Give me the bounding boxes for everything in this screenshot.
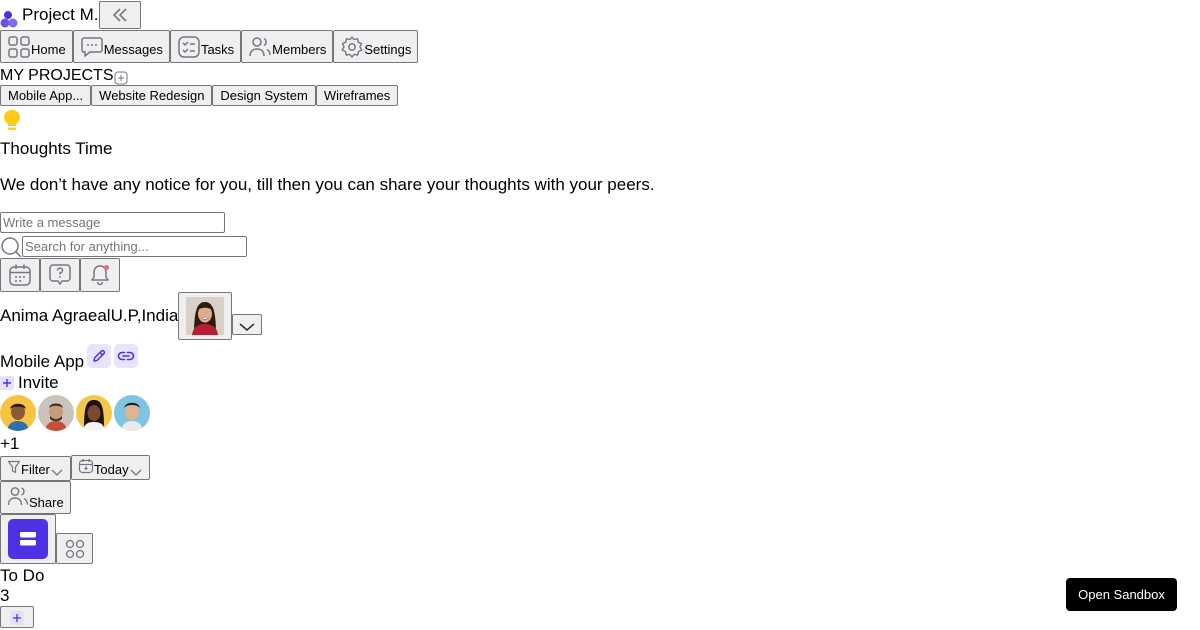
my-projects-header: MY PROJECTS (0, 63, 1200, 85)
project-item-website-redesign[interactable]: Website Redesign (91, 85, 213, 106)
help-button[interactable] (40, 258, 80, 292)
invite-row[interactable]: Invite (0, 372, 1200, 394)
calendar-icon (78, 459, 93, 474)
link-icon (117, 351, 135, 361)
header: Project M. (0, 0, 1200, 30)
avatar (186, 297, 225, 335)
add-project-icon[interactable] (114, 63, 128, 85)
user-menu-button[interactable] (232, 313, 263, 335)
brand-name: Project M. (22, 5, 99, 24)
message-input[interactable] (0, 212, 225, 233)
search-input[interactable] (22, 236, 247, 257)
member-avatar (114, 395, 150, 431)
project-header: Mobile App (0, 340, 1200, 372)
filter-row: Filter Today (0, 455, 1200, 481)
filter-button[interactable]: Filter (0, 456, 71, 481)
share-label: Share (29, 495, 64, 510)
message-icon (80, 35, 104, 59)
funnel-icon (7, 460, 21, 474)
nav-members[interactable]: Members (241, 30, 334, 63)
project-item-wireframes[interactable]: Wireframes (315, 85, 399, 106)
chevron-down-icon (239, 322, 255, 331)
lamp-icon (0, 110, 24, 130)
view-toggle-row (0, 514, 1200, 564)
open-sandbox-button[interactable]: Open Sandbox (1066, 578, 1177, 611)
member-avatar (76, 395, 112, 431)
chevron-down-icon (51, 469, 63, 476)
nav-messages[interactable]: Messages (72, 30, 170, 63)
add-task-row (0, 606, 1200, 628)
today-label: Today (93, 462, 129, 477)
sidebar-nav: Home Messages Tasks Members Settings (0, 30, 1200, 63)
toolbar-icons (0, 258, 1200, 292)
list-view-button[interactable] (0, 514, 56, 564)
add-task-button[interactable] (0, 606, 34, 628)
share-button[interactable]: Share (0, 481, 71, 514)
member-avatars (0, 395, 1200, 433)
members-icon (7, 487, 29, 506)
edit-project-button[interactable] (87, 344, 112, 368)
user-profile: Anima Agraeal U.P,India (0, 292, 1200, 340)
nav-home-label: Home (31, 42, 66, 57)
search-icon (0, 236, 22, 258)
thoughts-title: Thoughts Time (0, 139, 113, 158)
thoughts-text: We don’t have any notice for you, till t… (0, 175, 655, 194)
nav-settings[interactable]: Settings (333, 30, 419, 63)
copy-link-button[interactable] (114, 344, 139, 368)
grid-view-button[interactable] (56, 533, 93, 564)
member-avatar (38, 395, 74, 431)
task-square-icon (177, 35, 201, 59)
logo-icon (0, 2, 22, 32)
lamp-icon-wrap (0, 109, 1200, 131)
filter-label: Filter (21, 462, 50, 477)
project-item-design-system[interactable]: Design System (212, 85, 316, 106)
bell-icon (91, 265, 109, 286)
nav-home[interactable]: Home (0, 30, 73, 63)
nav-members-label: Members (272, 42, 327, 57)
column-title: To Do (0, 566, 45, 585)
project-item-mobile-app[interactable]: Mobile App... (0, 85, 92, 106)
my-projects-heading: MY PROJECTS (0, 67, 114, 84)
calendar-icon (9, 264, 31, 286)
chevron-down-icon (130, 469, 142, 476)
help-message-icon (49, 264, 71, 286)
project-list: Mobile App... Website Redesign Design Syst… (0, 85, 1200, 106)
project-title: Mobile App (0, 352, 85, 371)
members-extra-count: +1 (0, 434, 20, 453)
nav-settings-label: Settings (364, 42, 412, 57)
search-row (0, 236, 1200, 258)
double-chevron-left-icon (112, 8, 127, 22)
plus-icon (0, 376, 14, 390)
members-icon (248, 35, 272, 59)
notifications-button[interactable] (80, 258, 120, 292)
grid-icon (65, 539, 84, 558)
nav-tasks[interactable]: Tasks (169, 30, 242, 63)
member-avatar (0, 395, 36, 431)
column-count: 3 (0, 586, 10, 605)
user-avatar-button[interactable] (178, 292, 233, 340)
nav-messages-label: Messages (103, 42, 163, 57)
user-name: Anima Agraeal (0, 306, 111, 325)
today-button[interactable]: Today (70, 455, 150, 480)
nav-tasks-label: Tasks (200, 42, 235, 57)
pencil-icon (93, 349, 106, 362)
gear-icon (340, 35, 364, 59)
invite-label: Invite (18, 373, 59, 392)
share-row: Share (0, 481, 1200, 514)
grid-icon (7, 35, 31, 59)
collapse-sidebar-button[interactable] (98, 1, 141, 29)
calendar-button[interactable] (0, 258, 40, 292)
list-view-icon (8, 519, 48, 559)
message-row (0, 212, 1200, 233)
user-location: U.P,India (110, 306, 179, 325)
plus-icon (10, 610, 24, 625)
